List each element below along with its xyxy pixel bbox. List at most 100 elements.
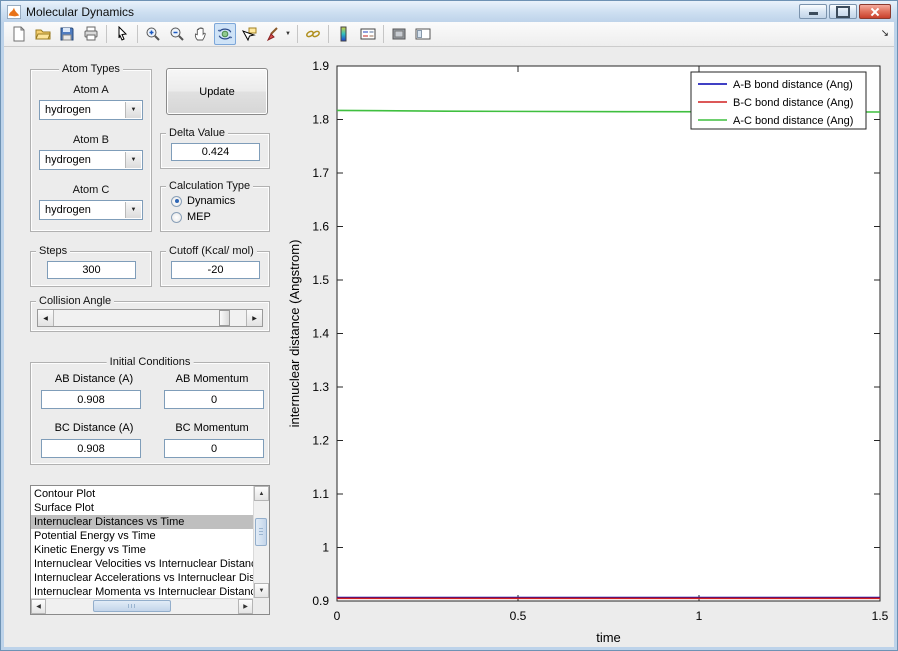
atom-c-label: Atom C: [72, 184, 110, 196]
new-figure-icon: [13, 26, 25, 42]
initial-conditions-group: Initial Conditions AB Distance (A) AB Mo…: [30, 356, 270, 465]
delta-value-field[interactable]: [171, 143, 260, 161]
pan-button[interactable]: [190, 23, 212, 45]
y-axis-label: internuclear distance (Angstrom): [287, 240, 302, 428]
rotate-3d-button[interactable]: [214, 23, 236, 45]
zoom-out-button[interactable]: [166, 23, 188, 45]
atom-types-title: Atom Types: [59, 63, 123, 76]
list-item[interactable]: Potential Energy vs Time: [31, 529, 253, 543]
steps-field[interactable]: [47, 261, 136, 279]
maximize-button[interactable]: [829, 4, 857, 19]
atom-types-group: Atom Types Atom A hydrogen ▼ Atom B hydrogen…: [30, 63, 152, 232]
list-item[interactable]: Internuclear Velocities vs Internuclear …: [31, 557, 253, 571]
vertical-scrollbar[interactable]: ▲ ▼: [253, 486, 269, 598]
open-file-button[interactable]: [32, 23, 54, 45]
toolbar-separator: [296, 25, 298, 43]
radio-dynamics[interactable]: Dynamics: [171, 195, 269, 207]
y-tick-label: 1: [322, 541, 329, 555]
chevron-down-icon[interactable]: ▼: [125, 152, 141, 168]
print-figure-icon: [84, 26, 98, 41]
atom-c-select[interactable]: hydrogen ▼: [39, 200, 143, 220]
slider-track[interactable]: [54, 310, 246, 326]
radio-label: MEP: [187, 211, 211, 223]
list-item[interactable]: Internuclear Accelerations vs Internucle…: [31, 571, 253, 585]
titlebar: Molecular Dynamics: [1, 1, 897, 22]
collision-angle-title: Collision Angle: [36, 295, 115, 308]
calculation-type-title: Calculation Type: [166, 180, 254, 193]
legend-entry: B-C bond distance (Ang): [733, 97, 853, 109]
ab-distance-label: AB Distance (A): [54, 373, 134, 385]
list-item[interactable]: Surface Plot: [31, 501, 253, 515]
insert-legend-button[interactable]: [357, 23, 379, 45]
plot-type-listbox[interactable]: Contour Plot Surface Plot Internuclear Dis…: [30, 485, 270, 615]
figure-toolbar: ▼ ↘: [4, 22, 894, 47]
y-tick-label: 1.9: [312, 59, 329, 73]
scroll-left-arrow-icon[interactable]: ◀: [31, 599, 46, 614]
list-item[interactable]: Contour Plot: [31, 487, 253, 501]
chevron-down-icon[interactable]: ▼: [125, 202, 141, 218]
radio-label: Dynamics: [187, 195, 236, 207]
x-tick-label: 1.5: [872, 609, 889, 623]
vertical-scrollbar-thumb[interactable]: [255, 518, 267, 546]
brush-dropdown-arrow-icon[interactable]: ▼: [285, 31, 294, 37]
edit-plot-button[interactable]: [111, 23, 133, 45]
slider-thumb[interactable]: [219, 310, 231, 326]
slider-left-arrow-icon[interactable]: ◀: [38, 310, 54, 326]
ab-momentum-field[interactable]: [164, 390, 264, 409]
cutoff-title: Cutoff (Kcal/ mol): [166, 245, 257, 258]
toolbar-overflow-arrow[interactable]: ↘: [881, 28, 889, 39]
y-tick-label: 1.2: [312, 434, 329, 448]
cutoff-field[interactable]: [171, 261, 260, 279]
y-tick-label: 1.3: [312, 380, 329, 394]
matlab-icon: [7, 4, 21, 19]
brush-button[interactable]: [262, 23, 284, 45]
horizontal-scrollbar-thumb[interactable]: [93, 600, 171, 612]
print-figure-button[interactable]: [80, 23, 102, 45]
hide-plot-tools-button[interactable]: [388, 23, 410, 45]
list-item[interactable]: Kinetic Energy vs Time: [31, 543, 253, 557]
show-plot-tools-button[interactable]: [412, 23, 434, 45]
insert-colorbar-button[interactable]: [333, 23, 355, 45]
save-figure-button[interactable]: [56, 23, 78, 45]
toolbar-separator: [327, 25, 329, 43]
horizontal-scrollbar[interactable]: ◀ ▶: [31, 598, 253, 614]
show-plot-tools-icon: [415, 28, 431, 40]
minimize-button[interactable]: [799, 4, 827, 19]
bc-distance-label: BC Distance (A): [54, 422, 134, 434]
zoom-in-button[interactable]: [142, 23, 164, 45]
zoom-in-icon: [146, 27, 160, 41]
ab-distance-field[interactable]: [41, 390, 141, 409]
x-axis-label: time: [596, 630, 621, 645]
update-button[interactable]: Update: [166, 68, 268, 115]
collision-angle-slider[interactable]: ◀ ▶: [37, 309, 263, 327]
cutoff-group: Cutoff (Kcal/ mol): [160, 245, 270, 287]
initial-conditions-title: Initial Conditions: [106, 356, 194, 369]
pan-icon: [194, 27, 206, 41]
y-tick-label: 1.6: [312, 220, 329, 234]
bc-momentum-field[interactable]: [164, 439, 264, 458]
x-tick-label: 0.5: [510, 609, 527, 623]
plot-area: [336, 65, 881, 602]
atom-b-select[interactable]: hydrogen ▼: [39, 150, 143, 170]
steps-group: Steps: [30, 245, 152, 287]
list-item[interactable]: Internuclear Momenta vs Internuclear Dis…: [31, 585, 253, 598]
chevron-down-icon[interactable]: ▼: [125, 102, 141, 118]
list-item[interactable]: Internuclear Distances vs Time: [31, 515, 253, 529]
scroll-up-arrow-icon[interactable]: ▲: [254, 486, 269, 501]
scroll-down-arrow-icon[interactable]: ▼: [254, 583, 269, 598]
radio-icon[interactable]: [171, 211, 182, 223]
atom-a-select[interactable]: hydrogen ▼: [39, 100, 143, 120]
new-figure-button[interactable]: [8, 23, 30, 45]
close-button[interactable]: [859, 4, 891, 19]
radio-mep[interactable]: MEP: [171, 211, 269, 223]
data-cursor-button[interactable]: [238, 23, 260, 45]
slider-right-arrow-icon[interactable]: ▶: [246, 310, 262, 326]
radio-icon[interactable]: [171, 195, 182, 207]
brush-icon: [266, 27, 278, 42]
atom-rows: Atom A hydrogen ▼ Atom B hydrogen ▼ Atom C hydr…: [31, 70, 151, 220]
bc-distance-field[interactable]: [41, 439, 141, 458]
toolbar-separator: [137, 25, 138, 43]
scroll-right-arrow-icon[interactable]: ▶: [238, 599, 253, 614]
link-plot-button[interactable]: [302, 23, 324, 45]
link-plot-icon: [305, 30, 320, 38]
